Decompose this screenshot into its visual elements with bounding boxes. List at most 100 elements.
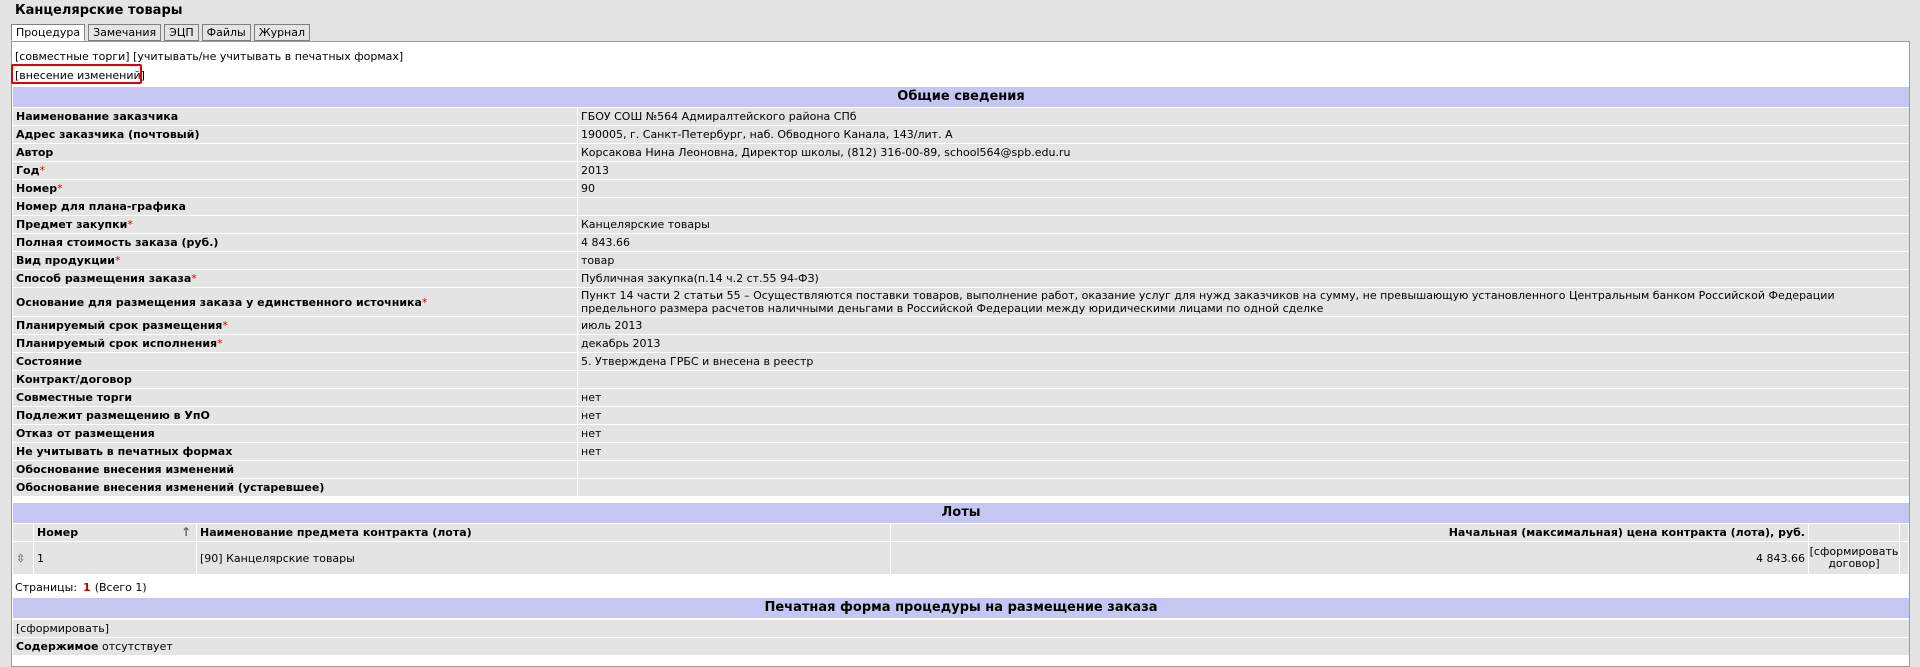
generate-contract-link[interactable]: [сформировать договор] xyxy=(1810,546,1899,570)
field-label-text: Состояние xyxy=(16,355,82,368)
required-marker: * xyxy=(217,337,223,350)
field-value: декабрь 2013 xyxy=(581,337,661,350)
field-label-text: Планируемый срок размещения xyxy=(16,319,223,332)
general-info-header: Общие сведения xyxy=(13,87,1909,107)
print-form-content: Содержимое отсутствует xyxy=(13,638,1909,655)
field-value: июль 2013 xyxy=(581,319,643,332)
field-label: Контракт/договор xyxy=(13,371,578,388)
field-label: Не учитывать в печатных формах xyxy=(13,443,578,460)
joint-bidding-link[interactable]: [совместные торги] xyxy=(15,50,130,63)
print-form-header: Печатная форма процедуры на размещение з… xyxy=(13,598,1909,618)
pages-label: Страницы: xyxy=(15,581,78,594)
content-label: Содержимое xyxy=(16,640,99,653)
field-label-text: Номер для плана-графика xyxy=(16,200,186,213)
required-marker: * xyxy=(127,218,133,231)
field-label: Планируемый срок исполнения * xyxy=(13,335,578,352)
field-label-text: Автор xyxy=(16,146,54,159)
field-value: Пункт 14 части 2 статьи 55 – Осуществляю… xyxy=(581,289,1835,315)
table-row: Полная стоимость заказа (руб.) 4 843.66 xyxy=(13,234,1909,252)
table-row: ⇳ 1 [90] Канцелярские товары 4 843.66 [с… xyxy=(13,542,1909,575)
tab-journal[interactable]: Журнал xyxy=(253,24,311,41)
lot-name: [90] Канцелярские товары xyxy=(197,542,891,574)
field-value: 4 843.66 xyxy=(581,236,630,249)
table-row: Предмет закупки * Канцелярские товары xyxy=(13,216,1909,234)
field-label-text: Основание для размещения заказа у единст… xyxy=(16,295,422,309)
content-value: отсутствует xyxy=(102,640,173,653)
field-label-text: Номер xyxy=(16,182,58,195)
field-label-text: Год xyxy=(16,164,40,177)
field-value: 190005, г. Санкт-Петербург, наб. Обводно… xyxy=(581,128,953,141)
field-label-text: Подлежит размещению в УпО xyxy=(16,409,210,422)
field-label: Предмет закупки * xyxy=(13,216,578,233)
page: Канцелярские товары Процедура Замечания … xyxy=(0,0,1920,667)
field-label: Адрес заказчика (почтовый) xyxy=(13,126,578,143)
tab-files[interactable]: Файлы xyxy=(201,24,251,41)
required-marker: * xyxy=(114,254,121,267)
field-value: товар xyxy=(581,254,615,267)
field-value: Канцелярские товары xyxy=(581,218,710,231)
field-value: 90 xyxy=(581,182,595,195)
required-marker: * xyxy=(191,272,197,285)
tab-procedure[interactable]: Процедура xyxy=(11,24,86,41)
table-row: Год * 2013 xyxy=(13,162,1909,180)
column-lot-name: Наименование предмета контракта (лота) xyxy=(197,524,891,541)
table-row: Номер * 90 xyxy=(13,180,1909,198)
table-row: Подлежит размещению в УпО нет xyxy=(13,407,1909,425)
table-row: Планируемый срок исполнения * декабрь 2013 xyxy=(13,335,1909,353)
tab-remarks[interactable]: Замечания xyxy=(88,24,162,41)
field-label-text: Отказ от размещения xyxy=(16,427,155,440)
field-value xyxy=(578,371,1909,388)
page-link-1[interactable]: 1 xyxy=(83,581,91,594)
table-row: Наименование заказчика ГБОУ СОШ №564 Адми… xyxy=(13,108,1909,126)
field-label: Номер * xyxy=(13,180,578,197)
make-changes-link[interactable]: [внесение изменений] xyxy=(15,69,145,82)
field-label: Год * xyxy=(13,162,578,179)
field-value: Публичная закупка(п.14 ч.2 ст.55 94-ФЗ) xyxy=(581,272,819,285)
field-label: Наименование заказчика xyxy=(13,108,578,125)
field-label-text: Планируемый срок исполнения xyxy=(16,337,218,350)
required-marker: * xyxy=(222,319,228,332)
table-row: Контракт/договор xyxy=(13,371,1909,389)
field-label-text: Адрес заказчика (почтовый) xyxy=(16,128,200,141)
content-panel: [совместные торги] [учитывать/не учитыва… xyxy=(11,41,1910,667)
field-label-text: Контракт/договор xyxy=(16,373,132,386)
field-label-text: Обоснование внесения изменений (устаревш… xyxy=(16,481,325,494)
table-row: Состояние 5. Утверждена ГРБС и внесена в … xyxy=(13,353,1909,371)
field-label: Номер для плана-графика xyxy=(13,198,578,215)
field-label-text: Совместные торги xyxy=(16,391,133,404)
field-label: Обоснование внесения изменений (устаревш… xyxy=(13,479,578,496)
field-value: нет xyxy=(581,427,602,440)
lot-number: 1 xyxy=(34,542,197,574)
table-row: Совместные торги нет xyxy=(13,389,1909,407)
field-value: нет xyxy=(581,445,602,458)
field-label: Обоснование внесения изменений xyxy=(13,461,578,478)
required-marker: * xyxy=(421,295,428,309)
tab-signature[interactable]: ЭЦП xyxy=(164,24,199,41)
table-row: Не учитывать в печатных формах нет xyxy=(13,443,1909,461)
field-label: Состояние xyxy=(13,353,578,370)
field-label-text: Наименование заказчика xyxy=(16,110,179,123)
field-value: нет xyxy=(581,391,602,404)
table-row: Обоснование внесения изменений (устаревш… xyxy=(13,479,1909,497)
lots-table: Номер ↑ Наименование предмета контракта … xyxy=(13,524,1909,575)
expand-row-icon[interactable]: ⇳ xyxy=(16,552,25,565)
field-label: Отказ от размещения xyxy=(13,425,578,442)
generate-link[interactable]: [сформировать] xyxy=(16,622,109,635)
print-toggle-link[interactable]: [учитывать/не учитывать в печатных форма… xyxy=(133,50,403,63)
print-form-actions: [сформировать] xyxy=(13,620,1909,637)
table-row: Адрес заказчика (почтовый) 190005, г. Сан… xyxy=(13,126,1909,144)
field-value xyxy=(578,479,1909,496)
column-number[interactable]: Номер ↑ xyxy=(34,524,197,541)
required-marker: * xyxy=(57,182,63,195)
field-label-text: Не учитывать в печатных формах xyxy=(16,445,233,458)
total-count: (Всего 1) xyxy=(94,581,147,594)
action-links: [совместные торги] [учитывать/не учитыва… xyxy=(15,50,403,63)
field-value xyxy=(578,461,1909,478)
field-value: 2013 xyxy=(581,164,609,177)
sort-arrow-icon[interactable]: ↑ xyxy=(181,524,191,541)
pagination: Страницы: 1 (Всего 1) xyxy=(15,581,147,594)
field-value: ГБОУ СОШ №564 Адмиралтейского района СПб xyxy=(581,110,857,123)
field-label-text: Полная стоимость заказа (руб.) xyxy=(16,236,219,249)
table-row: Основание для размещения заказа у единст… xyxy=(13,288,1909,317)
table-row: Планируемый срок размещения * июль 2013 xyxy=(13,317,1909,335)
